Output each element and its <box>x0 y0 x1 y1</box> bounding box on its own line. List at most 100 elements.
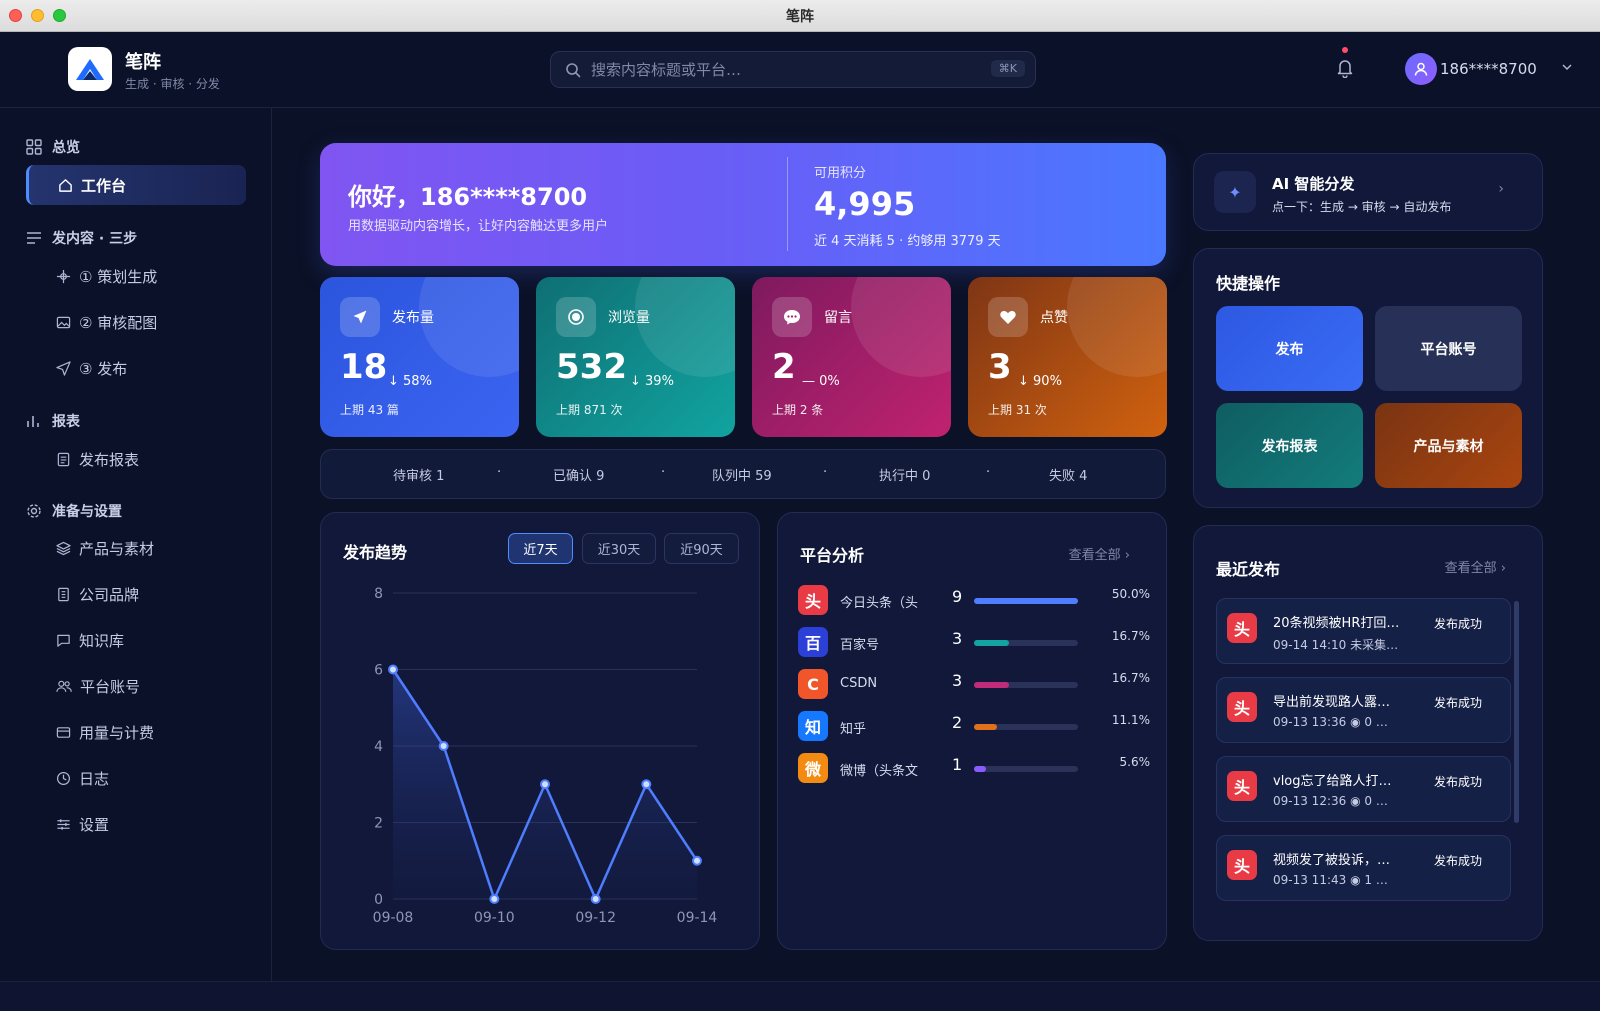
y-tick-label: 8 <box>374 586 383 602</box>
sidebar-item-report[interactable]: 发布报表 <box>56 449 139 470</box>
x-tick-label: 09-10 <box>474 910 515 926</box>
sidebar-item-label: 用量与计费 <box>79 724 155 742</box>
window-titlebar: 笔阵 <box>0 0 1600 32</box>
status-running[interactable]: 执行中 0 <box>879 465 930 484</box>
welcome-banner: 你好，186****8700 用数据驱动内容增长，让好内容触达更多用户 可用积分… <box>320 143 1166 266</box>
platform-row[interactable]: 知知乎 2 11.1% <box>798 709 1150 741</box>
recent-item-title: 导出前发现路人露… <box>1273 695 1391 710</box>
sidebar-group-label: 总览 <box>52 140 80 156</box>
app-logo[interactable] <box>68 47 112 91</box>
sidebar-item-plan[interactable]: ① 策划生成 <box>56 266 157 287</box>
platform-row[interactable]: C CSDN 3 16.7% <box>798 667 1150 699</box>
quick-products-button[interactable]: 产品与素材 <box>1375 403 1522 488</box>
recent-item[interactable]: 头 导出前发现路人露… 09-13 13:36 ◉ 0 … 发布成功 <box>1216 677 1511 743</box>
recent-item-meta: 09-14 14:10 未采集… <box>1273 638 1399 652</box>
recent-item-title: 20条视频被HR打回… <box>1273 616 1400 631</box>
comment-icon <box>784 310 800 325</box>
platform-percent: 16.7% <box>1111 629 1150 643</box>
logo-icon <box>76 59 104 80</box>
zoom-window-button[interactable] <box>53 9 66 22</box>
quick-publish-button[interactable]: 发布 <box>1216 306 1363 391</box>
stat-previous: 上期 871 次 <box>556 403 623 417</box>
points-label: 可用积分 <box>814 166 867 181</box>
view-all-link[interactable]: 查看全部 › <box>1445 557 1506 576</box>
sidebar-item-workbench[interactable]: 工作台 <box>26 165 246 205</box>
sidebar-item-billing[interactable]: 用量与计费 <box>56 722 154 743</box>
trend-point <box>641 779 652 790</box>
ai-distribute-card[interactable]: ✦ AI 智能分发 点一下：生成 → 审核 → 自动发布 › <box>1193 153 1543 231</box>
recent-item[interactable]: 头 视频发了被投诉，… 09-13 11:43 ◉ 1 … 发布成功 <box>1216 835 1511 901</box>
quick-report-button[interactable]: 发布报表 <box>1216 403 1363 488</box>
platform-row[interactable]: 微微博（头条文 1 5.6% <box>798 751 1150 783</box>
scrollbar-thumb[interactable] <box>1514 601 1519 823</box>
status-pending[interactable]: 待审核 1 <box>393 465 444 484</box>
sidebar-item-publish[interactable]: ③ 发布 <box>56 358 127 379</box>
decorative-circle <box>419 277 519 377</box>
decorative-circle <box>851 277 951 377</box>
sidebar-item-settings[interactable]: 设置 <box>56 814 109 835</box>
close-window-button[interactable] <box>9 9 22 22</box>
sidebar-item-accounts[interactable]: 平台账号 <box>56 676 140 697</box>
search-shortcut-hint: ⌘K <box>990 60 1025 77</box>
search-input[interactable] <box>591 60 971 79</box>
user-icon <box>1414 62 1428 76</box>
platform-percent: 16.7% <box>1111 671 1150 685</box>
stat-card-likes[interactable]: 点赞 3 ↓ 90% 上期 31 次 <box>968 277 1167 437</box>
stat-icon-box <box>772 297 812 337</box>
recent-item[interactable]: 头 vlog忘了给路人打… 09-13 12:36 ◉ 0 … 发布成功 <box>1216 756 1511 822</box>
status-failed[interactable]: 失败 4 <box>1049 465 1087 484</box>
chevron-down-icon[interactable] <box>1561 62 1573 72</box>
status-separator: · <box>497 465 502 480</box>
image-icon <box>56 316 71 329</box>
sidebar-item-label: 平台账号 <box>80 678 141 696</box>
stat-card-comments[interactable]: 留言 2 — 0% 上期 2 条 <box>752 277 951 437</box>
user-avatar[interactable] <box>1405 53 1437 85</box>
stat-previous: 上期 31 次 <box>988 403 1047 417</box>
status-queued[interactable]: 队列中 59 <box>712 465 772 484</box>
sidebar-group-label: 准备与设置 <box>52 504 122 520</box>
stat-card-publish-count[interactable]: 发布量 18 ↓ 58% 上期 43 篇 <box>320 277 519 437</box>
decorative-circle <box>635 277 735 377</box>
document-icon <box>57 452 70 467</box>
sidebar-item-knowledge-base[interactable]: 知识库 <box>56 630 124 651</box>
platform-row[interactable]: 百百家号 3 16.7% <box>798 625 1150 657</box>
status-confirmed[interactable]: 已确认 9 <box>553 465 604 484</box>
platform-count: 3 <box>952 671 963 690</box>
trend-point <box>489 894 500 904</box>
sidebar-item-logs[interactable]: 日志 <box>56 768 109 789</box>
panel-title: 快捷操作 <box>1216 274 1281 293</box>
quick-accounts-button[interactable]: 平台账号 <box>1375 306 1522 391</box>
send-icon <box>56 361 71 376</box>
bell-icon[interactable] <box>1336 58 1354 78</box>
stat-label: 留言 <box>824 310 852 326</box>
eye-icon <box>568 309 584 325</box>
stat-change: — 0% <box>802 374 840 389</box>
sidebar-item-brand[interactable]: 公司品牌 <box>56 584 139 605</box>
sidebar-item-label: 日志 <box>79 770 110 788</box>
sidebar-item-products[interactable]: 产品与素材 <box>56 538 154 559</box>
recent-publish-panel: 最近发布 查看全部 › 头 20条视频被HR打回… 09-14 14:10 未采集…… <box>1193 525 1543 941</box>
minimize-window-button[interactable] <box>31 9 44 22</box>
search-box[interactable]: ⌘K <box>550 51 1036 88</box>
stat-icon-box <box>556 297 596 337</box>
sidebar-group-label: 报表 <box>52 414 80 430</box>
view-all-link[interactable]: 查看全部 › <box>1069 544 1130 563</box>
recent-item[interactable]: 头 20条视频被HR打回… 09-14 14:10 未采集… 发布成功 <box>1216 598 1511 664</box>
status-separator: · <box>823 465 828 480</box>
sidebar-item-label: ③ 发布 <box>79 360 128 378</box>
platform-bar-track <box>974 766 1078 772</box>
platform-icon: 微 <box>798 753 828 783</box>
stat-previous: 上期 2 条 <box>772 403 824 417</box>
stat-value: 18 <box>340 347 388 387</box>
sidebar-item-label: 产品与素材 <box>79 540 155 558</box>
gear-icon <box>27 504 41 518</box>
user-name[interactable]: 186****8700 <box>1440 60 1537 78</box>
stat-card-views[interactable]: 浏览量 532 ↓ 39% 上期 871 次 <box>536 277 735 437</box>
recent-item-status: 发布成功 <box>1433 854 1482 868</box>
platform-row[interactable]: 头今日头条（头 9 50.0% <box>798 583 1150 615</box>
stat-label: 发布量 <box>392 310 434 326</box>
trend-point <box>692 855 702 866</box>
sidebar-item-review[interactable]: ② 审核配图 <box>56 312 157 333</box>
list-icon <box>27 232 41 244</box>
building-icon <box>58 587 69 602</box>
